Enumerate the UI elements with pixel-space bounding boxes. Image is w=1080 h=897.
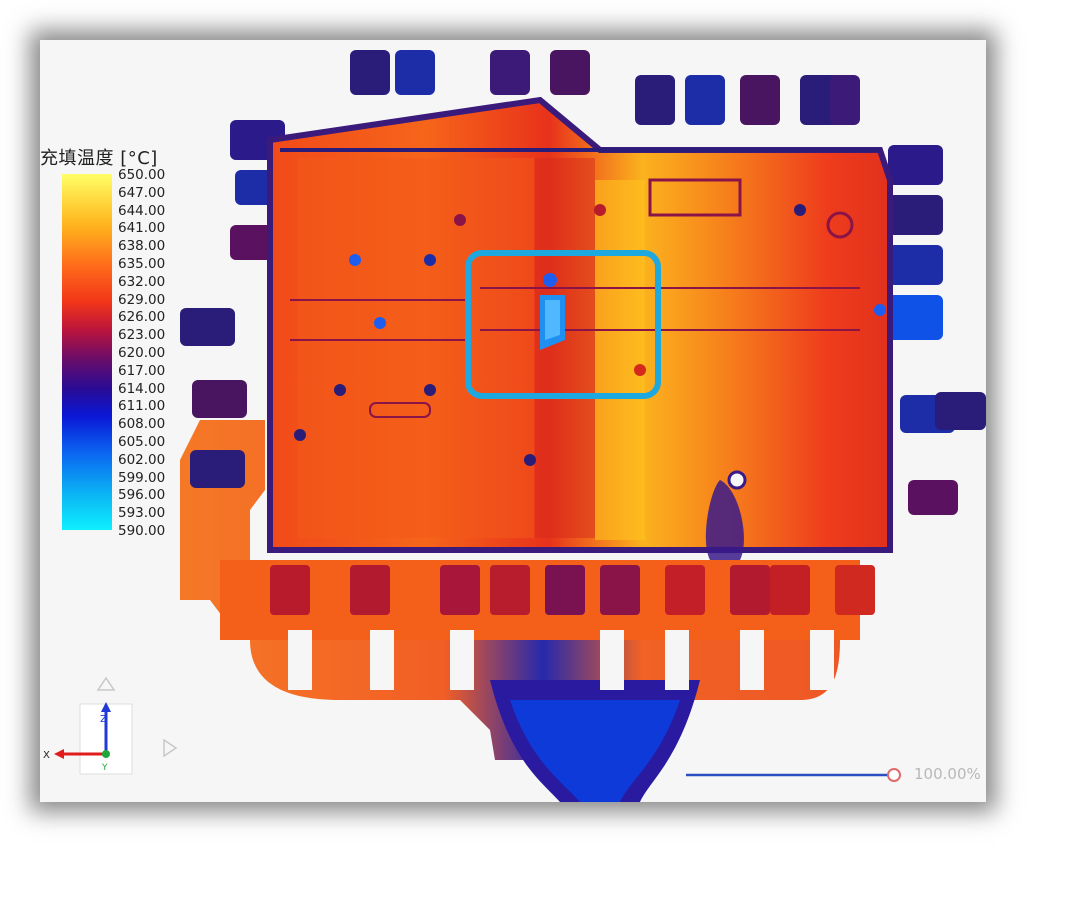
legend-tick: 647.00 bbox=[118, 184, 166, 201]
rotate-right-icon[interactable] bbox=[163, 738, 178, 758]
axis-triad[interactable]: Z X Y bbox=[40, 660, 180, 800]
z-axis-label: Z bbox=[100, 714, 107, 725]
legend-tick: 638.00 bbox=[118, 238, 166, 255]
legend-tick: 614.00 bbox=[118, 380, 166, 397]
legend-tick: 611.00 bbox=[118, 398, 166, 415]
legend-color-bar bbox=[62, 174, 112, 530]
legend-tick: 596.00 bbox=[118, 487, 166, 504]
y-axis-label: Y bbox=[101, 763, 108, 773]
legend-tick: 623.00 bbox=[118, 327, 166, 344]
legend-tick: 629.00 bbox=[118, 291, 166, 308]
rotate-up-icon[interactable] bbox=[96, 676, 116, 691]
legend-tick: 644.00 bbox=[118, 202, 166, 219]
x-axis-label: X bbox=[43, 750, 50, 761]
zoom-handle[interactable] bbox=[887, 768, 901, 782]
casting-temperature-render[interactable] bbox=[40, 40, 986, 802]
legend-tick: 593.00 bbox=[118, 505, 166, 522]
casting-plate bbox=[267, 96, 893, 560]
legend-tick: 617.00 bbox=[118, 362, 166, 379]
legend-tick: 641.00 bbox=[118, 220, 166, 237]
legend-tick: 632.00 bbox=[118, 273, 166, 290]
legend-tick: 635.00 bbox=[118, 256, 166, 272]
zoom-value: 100.00% bbox=[914, 765, 981, 783]
legend-tick: 650.00 bbox=[118, 167, 166, 183]
legend-tick: 590.00 bbox=[118, 523, 166, 539]
legend-tick: 620.00 bbox=[118, 345, 166, 361]
legend-tick: 602.00 bbox=[118, 451, 166, 468]
legend-tick: 605.00 bbox=[118, 434, 166, 450]
legend-tick: 599.00 bbox=[118, 469, 166, 486]
viewport[interactable]: 充填温度 [°C] 650.00 647.00 644.00 641.00 638.00… bbox=[40, 40, 986, 802]
legend-tick: 608.00 bbox=[118, 416, 166, 433]
x-axis-arrow-icon bbox=[54, 749, 64, 759]
y-axis-dot-icon bbox=[102, 750, 110, 758]
legend-tick: 626.00 bbox=[118, 309, 166, 326]
